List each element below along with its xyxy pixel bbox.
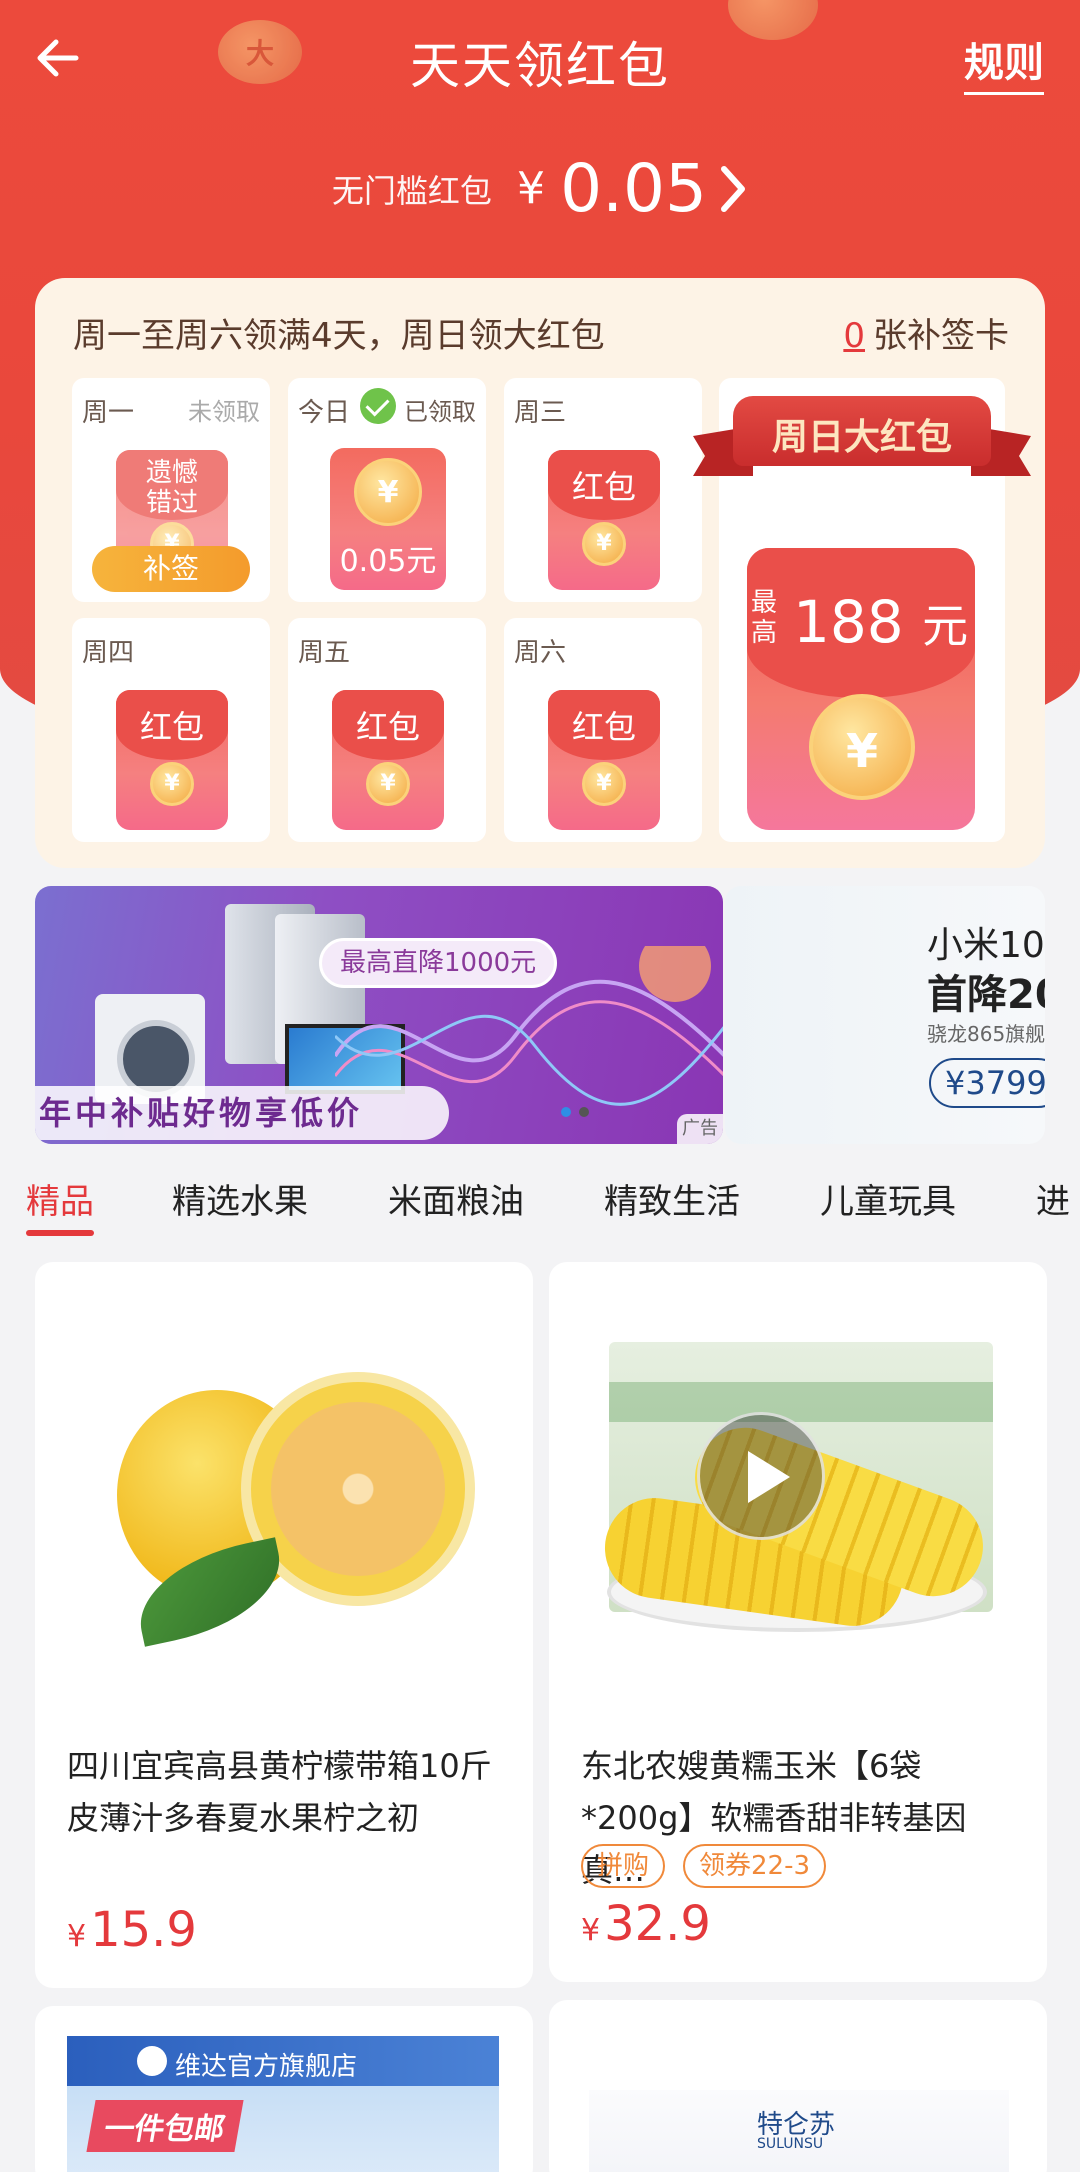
- balance-label: 无门槛红包: [331, 171, 492, 210]
- coin-icon: ¥: [150, 762, 194, 806]
- product-image: 特仑苏 SULUNSU: [589, 2090, 1009, 2172]
- tab-imported[interactable]: 进: [1036, 1174, 1070, 1223]
- play-video-icon[interactable]: [697, 1412, 825, 1540]
- big-red-envelope: 最高 188 元 ¥: [747, 548, 975, 830]
- balance-amount: 0.05: [560, 150, 708, 227]
- day-name: 周五: [298, 638, 351, 668]
- banner-caption: 年中补贴好物享低价: [35, 1086, 449, 1140]
- product-card[interactable]: 四川宜宾高县黄柠檬带箱10斤皮薄汁多春夏水果柠之初 ¥15.9: [35, 1262, 533, 1988]
- balance-currency: ¥: [516, 163, 545, 214]
- makeup-button[interactable]: 补签: [92, 546, 250, 592]
- store-banner: 维达官方旗舰店: [67, 2036, 499, 2086]
- product-image: [35, 1262, 533, 1722]
- appliances-image: [75, 904, 405, 1104]
- banner-next-line3: 骁龙865旗舰: [927, 1022, 1045, 1046]
- coin-icon: ¥: [809, 694, 915, 800]
- promo-banner[interactable]: 最高直降1000元 年中补贴好物享低价 广告: [35, 886, 723, 1144]
- product-price: ¥32.9: [581, 1896, 711, 1952]
- red-envelope: 红包 ¥: [548, 690, 660, 830]
- banner-next-line2: 首降20: [927, 972, 1045, 1018]
- tab-fruit[interactable]: 精选水果: [172, 1174, 308, 1223]
- promo-banner-next[interactable]: 小米10 首降20 骁龙865旗舰 ¥3799: [725, 886, 1045, 1144]
- coin-icon: ¥: [354, 458, 422, 526]
- day-status: 已领取: [404, 398, 476, 426]
- product-card[interactable]: 维达官方旗舰店 一件包邮: [35, 2006, 533, 2172]
- tab-toys[interactable]: 儿童玩具: [820, 1174, 956, 1223]
- check-icon: [360, 388, 396, 424]
- product-tags: 拼购 领券22-3: [581, 1844, 1021, 1890]
- store-name: 维达官方旗舰店: [175, 2052, 358, 2082]
- day-name: 周一: [82, 398, 135, 428]
- envelope-label: 红包: [571, 468, 636, 506]
- tab-lifestyle[interactable]: 精致生活: [604, 1174, 740, 1223]
- claimed-amount: 0.05元: [339, 544, 437, 579]
- product-card[interactable]: 东北农嫂黄糯玉米【6袋*200g】软糯香甜非转基因真… 拼购 领券22-3 ¥3…: [549, 1262, 1047, 1982]
- product-image: [549, 1262, 1047, 1722]
- banner-badge: 最高直降1000元: [319, 938, 558, 988]
- tab-featured[interactable]: 精品: [26, 1174, 94, 1223]
- day-tile-sunday[interactable]: 周日大红包 最高 188 元 ¥: [693, 378, 1031, 842]
- makeup-count-number: 0: [843, 316, 865, 356]
- checkin-headline: 周一至周六领满4天，周日领大红包: [73, 316, 605, 356]
- day-name: 周六: [514, 638, 567, 668]
- envelope-label: 红包: [571, 708, 636, 746]
- day-tile-friday[interactable]: 周五 红包 ¥: [288, 618, 486, 842]
- coin-icon: ¥: [582, 522, 626, 566]
- day-name: 今日: [298, 398, 351, 428]
- red-envelope: 红包 ¥: [332, 690, 444, 830]
- day-tile-thursday[interactable]: 周四 红包 ¥: [72, 618, 270, 842]
- banner-next-line1: 小米10: [927, 925, 1045, 966]
- day-tile-wednesday[interactable]: 周三 红包 ¥: [504, 378, 702, 602]
- max-prefix: 最高: [751, 588, 778, 648]
- category-tabs: 精品 精选水果 米面粮油 精致生活 儿童玩具 进: [0, 1150, 1080, 1250]
- checkin-card: 周一至周六领满4天，周日领大红包 0 张补签卡 周一 未领取 遗憾 错过 ¥ 补签…: [35, 278, 1045, 868]
- sunday-ribbon-text: 周日大红包: [771, 417, 952, 458]
- coin-icon: ¥: [582, 762, 626, 806]
- day-name: 周四: [82, 638, 135, 668]
- ad-badge: 广告: [677, 1114, 723, 1144]
- promo-label: 一件包邮: [86, 2100, 244, 2152]
- balance-summary[interactable]: 无门槛红包 ¥ 0.05: [0, 150, 1080, 227]
- top-bar: 天天领红包 规则: [0, 0, 1080, 120]
- day-tile-today: 今日 已领取 ¥ 0.05元: [288, 378, 486, 602]
- day-name: 周三: [514, 398, 567, 428]
- sunday-ribbon: 周日大红包: [693, 396, 1031, 476]
- day-status: 未领取: [188, 398, 260, 426]
- page-title: 天天领红包: [410, 37, 670, 95]
- brand-subtitle: SULUNSU: [757, 2136, 824, 2152]
- product-price: ¥15.9: [67, 1902, 197, 1958]
- envelope-label: 红包: [139, 708, 204, 746]
- max-amount: 188 元: [793, 588, 969, 656]
- day-tile-monday[interactable]: 周一 未领取 遗憾 错过 ¥ 补签: [72, 378, 270, 602]
- product-title: 四川宜宾高县黄柠檬带箱10斤皮薄汁多春夏水果柠之初: [67, 1747, 492, 1837]
- coin-icon: ¥: [366, 762, 410, 806]
- tag-group-buy: 拼购: [581, 1844, 666, 1888]
- product-image: 维达官方旗舰店 一件包邮: [67, 2036, 499, 2172]
- makeup-card-count[interactable]: 0 张补签卡: [843, 308, 1009, 357]
- envelope-label: 遗憾 错过: [145, 458, 198, 518]
- product-card[interactable]: 特仑苏 SULUNSU: [549, 2000, 1047, 2172]
- tab-grain-oil[interactable]: 米面粮油: [388, 1174, 524, 1223]
- carousel-dots: [561, 1102, 597, 1121]
- rules-link[interactable]: 规则: [964, 30, 1044, 95]
- red-envelope: 红包 ¥: [116, 690, 228, 830]
- store-logo: [137, 2046, 167, 2076]
- envelope-label: 红包: [355, 708, 420, 746]
- active-tab-indicator: [26, 1230, 94, 1236]
- day-tile-saturday[interactable]: 周六 红包 ¥: [504, 618, 702, 842]
- makeup-count-label: 张补签卡: [873, 316, 1009, 356]
- chevron-right-icon: [721, 165, 746, 212]
- tag-coupon: 领券22-3: [683, 1844, 827, 1888]
- red-envelope: 红包 ¥: [548, 450, 660, 590]
- opened-red-envelope: ¥ 0.05元: [330, 448, 446, 590]
- banner-next-price: ¥3799: [929, 1058, 1045, 1108]
